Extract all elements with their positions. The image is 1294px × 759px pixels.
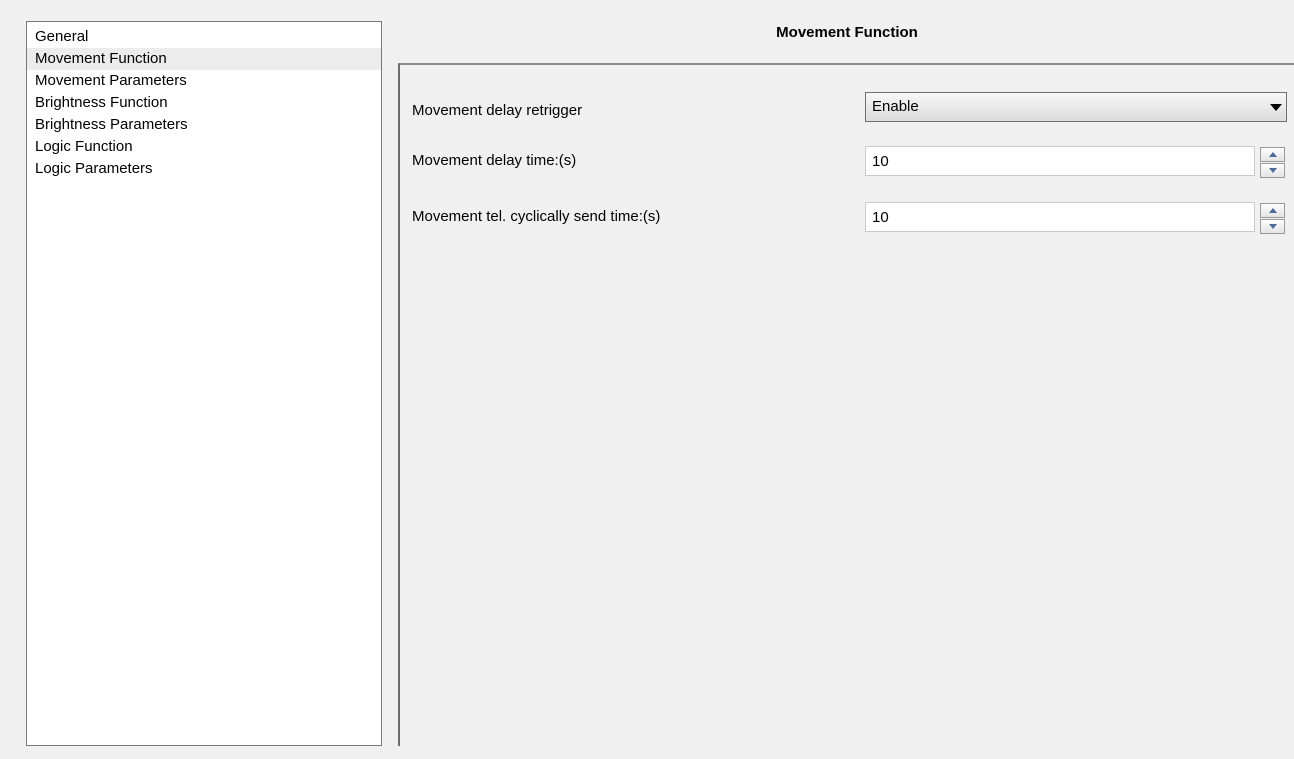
cyclic-send-time-label: Movement tel. cyclically send time:(s) (412, 208, 661, 225)
arrow-up-icon[interactable] (1260, 147, 1285, 162)
parameters-panel: Movement delay retrigger Enable Movement… (398, 63, 1294, 746)
sidebar-item-logic-parameters[interactable]: Logic Parameters (27, 158, 381, 180)
delay-time-input[interactable] (865, 146, 1255, 176)
arrow-up-icon[interactable] (1260, 203, 1285, 218)
arrow-down-icon[interactable] (1260, 163, 1285, 178)
sidebar-nav-list: General Movement Function Movement Param… (26, 21, 382, 746)
delay-time-stepper[interactable] (1260, 147, 1285, 178)
arrow-down-icon[interactable] (1260, 219, 1285, 234)
retrigger-label: Movement delay retrigger (412, 102, 583, 119)
sidebar-item-brightness-function[interactable]: Brightness Function (27, 92, 381, 114)
sidebar-item-movement-function[interactable]: Movement Function (27, 48, 381, 70)
cyclic-send-time-input[interactable] (865, 202, 1255, 232)
chevron-down-icon[interactable] (1270, 104, 1282, 111)
cyclic-send-time-stepper[interactable] (1260, 203, 1285, 234)
sidebar-item-brightness-parameters[interactable]: Brightness Parameters (27, 114, 381, 136)
sidebar-item-logic-function[interactable]: Logic Function (27, 136, 381, 158)
retrigger-dropdown[interactable]: Enable (865, 92, 1287, 122)
retrigger-selected-value: Enable (872, 98, 919, 115)
page-title: Movement Function (776, 24, 918, 41)
sidebar-item-general[interactable]: General (27, 26, 381, 48)
delay-time-label: Movement delay time:(s) (412, 152, 577, 169)
sidebar-item-movement-parameters[interactable]: Movement Parameters (27, 70, 381, 92)
